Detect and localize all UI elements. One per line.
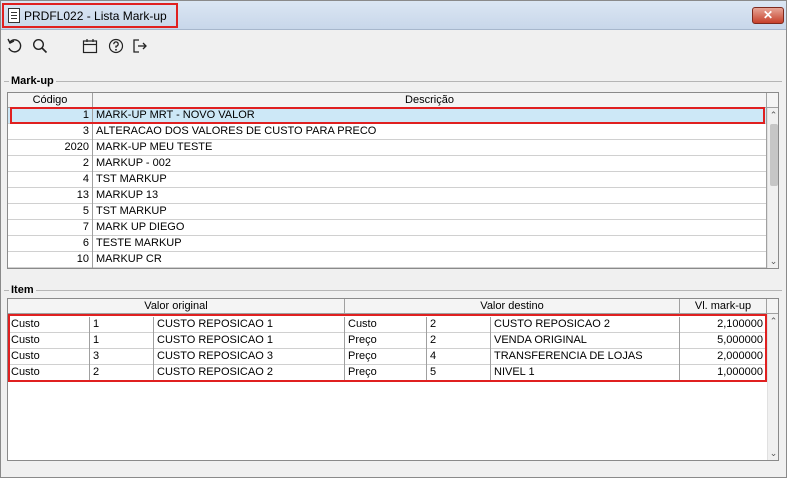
- cell-dest-cod: 2: [427, 317, 491, 333]
- toolbar: [1, 31, 786, 61]
- cell-descricao: MARK-UP MRT - NOVO VALOR: [93, 108, 767, 124]
- title-bar: PRDFL022 - Lista Mark-up ✕: [1, 1, 786, 30]
- cell-orig-tipo: Custo: [8, 333, 90, 349]
- table-row[interactable]: 1 MARK-UP MRT - NOVO VALOR: [8, 108, 767, 124]
- markup-group-title: Mark-up: [9, 75, 56, 87]
- cell-codigo: 1: [8, 108, 93, 124]
- cell-descricao: TST MARKUP: [93, 204, 767, 220]
- search-icon[interactable]: [29, 35, 51, 57]
- cell-vl: 1,000000: [680, 365, 767, 381]
- item-scrollbar[interactable]: ⌃ ⌄: [767, 314, 778, 460]
- scroll-up-icon[interactable]: ⌃: [768, 314, 778, 328]
- cell-dest-tipo: Custo: [345, 317, 427, 333]
- cell-dest-tipo: Preço: [345, 365, 427, 381]
- table-row[interactable]: 4 TST MARKUP: [8, 172, 767, 188]
- cell-orig-tipo: Custo: [8, 317, 90, 333]
- close-button[interactable]: ✕: [752, 7, 784, 24]
- cell-descricao: MARKUP 13: [93, 188, 767, 204]
- cell-orig-tipo: Custo: [8, 349, 90, 365]
- scroll-up-icon[interactable]: ⌃: [768, 108, 778, 122]
- cell-dest-desc: CUSTO REPOSICAO 2: [491, 317, 680, 333]
- cell-dest-tipo: Preço: [345, 333, 427, 349]
- cell-orig-desc: CUSTO REPOSICAO 1: [154, 333, 345, 349]
- cell-orig-cod: 2: [90, 365, 154, 381]
- cell-codigo: 13: [8, 188, 93, 204]
- table-row[interactable]: 13 MARKUP 13: [8, 188, 767, 204]
- markup-table: Código Descrição 1 MARK-UP MRT - NOVO VAL…: [7, 92, 779, 269]
- cell-descricao: MARKUP CR: [93, 252, 767, 268]
- table-row[interactable]: Custo 2 CUSTO REPOSICAO 2 Preço 5 NIVEL 1 1,00…: [8, 365, 767, 381]
- cell-codigo: 10: [8, 252, 93, 268]
- scroll-thumb[interactable]: [770, 124, 778, 186]
- cell-dest-cod: 2: [427, 333, 491, 349]
- item-group-title: Item: [9, 284, 36, 296]
- main-window: PRDFL022 - Lista Mark-up ✕ Mark-up Códig…: [0, 0, 787, 478]
- cell-codigo: 5: [8, 204, 93, 220]
- cell-orig-cod: 3: [90, 349, 154, 365]
- cell-vl: 2,100000: [680, 317, 767, 333]
- cell-codigo: 2: [8, 156, 93, 172]
- table-row[interactable]: Custo 3 CUSTO REPOSICAO 3 Preço 4 TRANSFERENC…: [8, 349, 767, 365]
- calendar-icon[interactable]: [79, 35, 101, 57]
- scroll-down-icon[interactable]: ⌄: [768, 446, 778, 460]
- cell-codigo: 3: [8, 124, 93, 140]
- cell-orig-desc: CUSTO REPOSICAO 3: [154, 349, 345, 365]
- item-table: Valor original Valor destino Vl. mark-up…: [7, 298, 779, 461]
- cell-descricao: MARKUP - 002: [93, 156, 767, 172]
- header-corner: [767, 93, 778, 108]
- table-row[interactable]: 2 MARKUP - 002: [8, 156, 767, 172]
- cell-codigo: 2020: [8, 140, 93, 156]
- cell-codigo: 6: [8, 236, 93, 252]
- column-header-valor-destino[interactable]: Valor destino: [345, 299, 680, 314]
- cell-vl: 5,000000: [680, 333, 767, 349]
- window-title: PRDFL022 - Lista Mark-up: [24, 8, 167, 23]
- cell-dest-cod: 4: [427, 349, 491, 365]
- help-icon[interactable]: [105, 35, 127, 57]
- cell-descricao: TESTE MARKUP: [93, 236, 767, 252]
- scroll-down-icon[interactable]: ⌄: [768, 254, 778, 268]
- table-row[interactable]: 7 MARK UP DIEGO: [8, 220, 767, 236]
- cell-orig-tipo: Custo: [8, 365, 90, 381]
- table-row[interactable]: 10 MARKUP CR: [8, 252, 767, 268]
- cell-orig-desc: CUSTO REPOSICAO 1: [154, 317, 345, 333]
- column-header-codigo[interactable]: Código: [8, 93, 93, 108]
- header-corner: [767, 299, 778, 314]
- column-header-descricao[interactable]: Descrição: [93, 93, 767, 108]
- cell-orig-desc: CUSTO REPOSICAO 2: [154, 365, 345, 381]
- column-header-vl-markup[interactable]: Vl. mark-up: [680, 299, 767, 314]
- cell-descricao: ALTERACAO DOS VALORES DE CUSTO PARA PREC…: [93, 124, 767, 140]
- table-row[interactable]: 6 TESTE MARKUP: [8, 236, 767, 252]
- exit-icon[interactable]: [129, 35, 151, 57]
- cell-dest-desc: NIVEL 1: [491, 365, 680, 381]
- table-row[interactable]: 3 ALTERACAO DOS VALORES DE CUSTO PARA PRE…: [8, 124, 767, 140]
- table-row[interactable]: 2020 MARK-UP MEU TESTE: [8, 140, 767, 156]
- cell-dest-tipo: Preço: [345, 349, 427, 365]
- cell-orig-cod: 1: [90, 317, 154, 333]
- cell-orig-cod: 1: [90, 333, 154, 349]
- cell-dest-cod: 5: [427, 365, 491, 381]
- markup-scrollbar[interactable]: ⌃ ⌄: [767, 108, 778, 268]
- cell-descricao: TST MARKUP: [93, 172, 767, 188]
- cell-codigo: 7: [8, 220, 93, 236]
- cell-descricao: MARK UP DIEGO: [93, 220, 767, 236]
- document-icon: [8, 8, 20, 23]
- cell-dest-desc: VENDA ORIGINAL: [491, 333, 680, 349]
- table-row[interactable]: Custo 1 CUSTO REPOSICAO 1 Preço 2 VENDA ORIGI…: [8, 333, 767, 349]
- cell-vl: 2,000000: [680, 349, 767, 365]
- table-row[interactable]: Custo 1 CUSTO REPOSICAO 1 Custo 2 CUSTO REPOS…: [8, 317, 767, 333]
- cell-dest-desc: TRANSFERENCIA DE LOJAS: [491, 349, 680, 365]
- column-header-valor-original[interactable]: Valor original: [8, 299, 345, 314]
- table-row[interactable]: 5 TST MARKUP: [8, 204, 767, 220]
- cell-descricao: MARK-UP MEU TESTE: [93, 140, 767, 156]
- cell-codigo: 4: [8, 172, 93, 188]
- refresh-icon[interactable]: [3, 35, 25, 57]
- title-area: PRDFL022 - Lista Mark-up: [2, 3, 178, 28]
